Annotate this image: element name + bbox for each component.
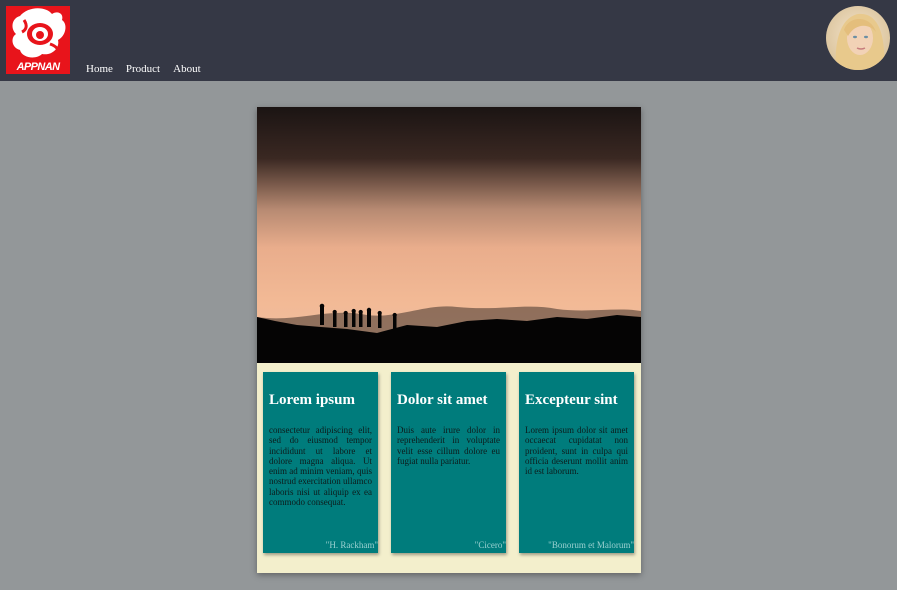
feature-tile: Lorem ipsum consectetur adipiscing elit,…	[263, 372, 378, 553]
tile-body: consectetur adipiscing elit, sed do eius…	[269, 425, 372, 508]
tile-title: Dolor sit amet	[397, 392, 488, 408]
logo-text: APPNAN	[16, 61, 60, 73]
tile-body: Duis aute irure dolor in reprehenderit i…	[397, 425, 500, 466]
tile-title: Excepteur sint	[525, 392, 618, 408]
nav-home[interactable]: Home	[86, 63, 113, 75]
content-card: Lorem ipsum consectetur adipiscing elit,…	[257, 107, 641, 573]
hero-image	[257, 107, 641, 363]
tile-title: Lorem ipsum	[269, 392, 355, 408]
feature-tile: Dolor sit amet Duis aute irure dolor in …	[391, 372, 506, 553]
top-navigation-bar: APPNAN Home Product About	[0, 0, 897, 81]
appnan-logo[interactable]: APPNAN	[6, 6, 70, 74]
sunset-silhouette-image	[257, 107, 641, 363]
nav-product[interactable]: Product	[126, 63, 160, 75]
tile-citation: "Cicero"	[474, 540, 506, 550]
logo-mark-icon	[12, 8, 66, 58]
tile-citation: "Bonorum et Malorum"	[548, 540, 634, 550]
tile-body: Lorem ipsum dolor sit amet occaecat cupi…	[525, 425, 628, 477]
nav-about[interactable]: About	[173, 63, 201, 75]
user-avatar[interactable]	[826, 6, 890, 70]
avatar-photo-icon	[826, 6, 890, 70]
main-nav: Home Product About	[86, 63, 201, 75]
tile-citation: "H. Rackham"	[325, 540, 378, 550]
feature-tile: Excepteur sint Lorem ipsum dolor sit ame…	[519, 372, 634, 553]
